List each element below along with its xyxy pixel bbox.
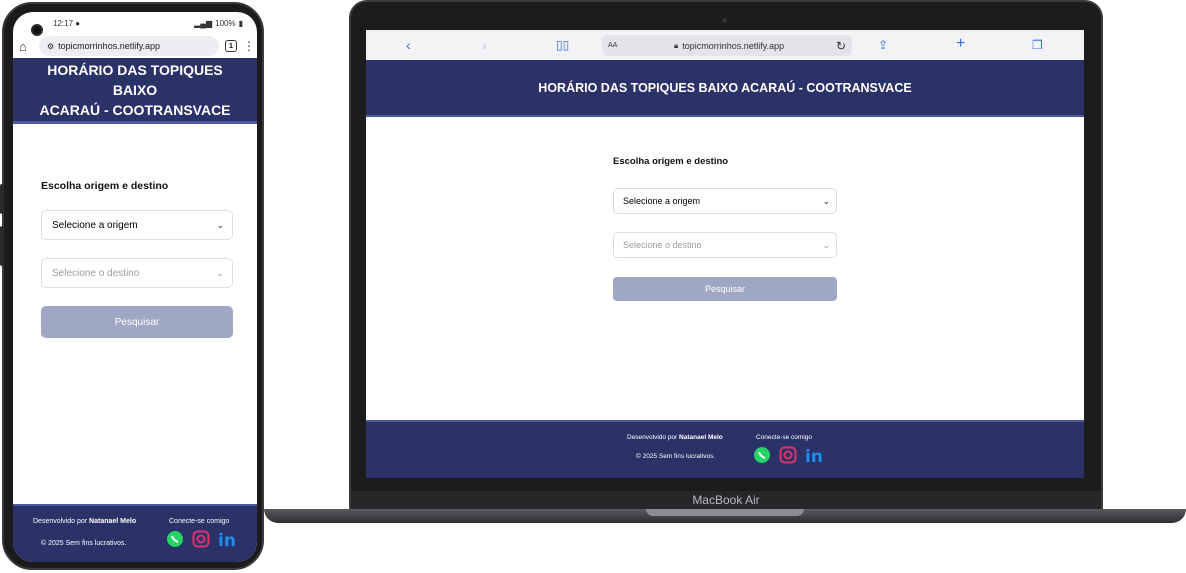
instagram-icon[interactable] (779, 446, 797, 464)
destination-select[interactable]: Selecione o destino ⌄ (613, 232, 837, 258)
phone-page-header: HORÁRIO DAS TOPIQUES BAIXO ACARAÚ - COOT… (13, 58, 257, 124)
search-button[interactable]: Pesquisar (613, 277, 837, 301)
signal-icon: ▂▄▆ (194, 18, 213, 28)
linkedin-icon[interactable]: in (805, 446, 825, 464)
svg-text:in: in (218, 531, 236, 548)
origin-select[interactable]: Selecione a origem ⌄ (41, 210, 233, 240)
battery-percent: 100% (215, 18, 236, 28)
laptop-page-title: HORÁRIO DAS TOPIQUES BAIXO ACARAÚ - COOT… (538, 80, 912, 95)
status-right: ▂▄▆ 100% ▮ (194, 19, 243, 28)
phone-url-text: topicmorrinhos.netlify.app (58, 41, 161, 51)
origin-select-value: Selecione a origem (52, 219, 138, 231)
phone-url-bar: ⌂ ⚙ topicmorrinhos.netlify.app 1 ⋮ (13, 34, 257, 58)
laptop-address-field[interactable]: AA 🔒︎ topicmorrinhos.netlify.app ↻ (602, 35, 852, 56)
laptop-footer: Desenvolvido por Natanael Melo Conecte-s… (366, 420, 1084, 478)
destination-select-value: Selecione o destino (52, 267, 140, 279)
phone-page-title: HORÁRIO DAS TOPIQUES BAIXO ACARAÚ - COOT… (39, 61, 231, 118)
copyright: © 2025 Sem fins lucrativos. (41, 540, 127, 547)
developer-name[interactable]: Natanael Melo (679, 434, 723, 441)
safari-toolbar: ‹ › ▯▯ AA 🔒︎ topicmorrinhos.netlify.app … (366, 30, 1084, 60)
developer-credit: Desenvolvido por Natanael Melo (627, 434, 723, 441)
phone-camera (31, 24, 43, 36)
bookmarks-icon[interactable]: ▯▯ (556, 36, 569, 54)
whatsapp-icon[interactable] (166, 530, 184, 548)
developer-credit: Desenvolvido por Natanael Melo (33, 518, 137, 525)
instagram-icon[interactable] (192, 530, 210, 548)
tabs-icon[interactable]: 1 (225, 40, 237, 52)
linkedin-icon[interactable]: in (218, 530, 238, 548)
social-links: in (753, 446, 825, 464)
copyright: © 2025 Sem fins lucrativos. (636, 453, 716, 460)
laptop-hinge-notch (646, 509, 804, 516)
chevron-down-icon: ⌄ (216, 219, 224, 230)
developer-name[interactable]: Natanael Melo (89, 518, 136, 525)
destination-select-value: Selecione o destino (623, 240, 702, 250)
connect-label: Conecte-se comigo (169, 518, 230, 525)
notification-icon: ● (75, 18, 81, 28)
destination-select[interactable]: Selecione o destino ⌄ (41, 258, 233, 288)
laptop-url: 🔒︎ topicmorrinhos.netlify.app (674, 41, 784, 51)
home-icon[interactable]: ⌂ (19, 39, 33, 54)
laptop-page-header: HORÁRIO DAS TOPIQUES BAIXO ACARAÚ - COOT… (366, 60, 1084, 117)
search-button[interactable]: Pesquisar (41, 306, 233, 338)
chevron-down-icon: ⌄ (822, 239, 830, 250)
battery-icon: ▮ (238, 18, 243, 28)
laptop-screen: ‹ › ▯▯ AA 🔒︎ topicmorrinhos.netlify.app … (366, 30, 1084, 478)
form-heading: Escolha origem e destino (41, 180, 169, 192)
tab-overview-icon[interactable]: ❐ (1032, 36, 1043, 54)
phone-screen: 12:17 ● ▂▄▆ 100% ▮ ⌂ ⚙ topicmorrinhos.ne… (13, 12, 257, 562)
svg-text:in: in (805, 447, 823, 464)
laptop-chin: MacBook Air (351, 491, 1101, 509)
phone-device: 12:17 ● ▂▄▆ 100% ▮ ⌂ ⚙ topicmorrinhos.ne… (0, 2, 264, 570)
chevron-down-icon: ⌄ (216, 267, 224, 278)
chevron-down-icon: ⌄ (822, 195, 830, 206)
phone-status-bar: 12:17 ● ▂▄▆ 100% ▮ (13, 12, 257, 34)
origin-select[interactable]: Selecione a origem ⌄ (613, 188, 837, 214)
phone-address-field[interactable]: ⚙ topicmorrinhos.netlify.app (39, 36, 219, 56)
laptop-camera (722, 18, 727, 23)
laptop-url-text: topicmorrinhos.netlify.app (682, 40, 785, 51)
social-links: in (166, 530, 238, 548)
new-tab-icon[interactable]: + (956, 35, 965, 53)
share-icon[interactable]: ⇪ (878, 36, 888, 54)
whatsapp-icon[interactable] (753, 446, 771, 464)
forward-icon[interactable]: › (482, 36, 487, 54)
reader-aa-button[interactable]: AA (608, 42, 617, 49)
mockup-stage: 12:17 ● ▂▄▆ 100% ▮ ⌂ ⚙ topicmorrinhos.ne… (0, 0, 1186, 573)
origin-select-value: Selecione a origem (623, 196, 701, 206)
site-info-icon[interactable]: ⚙ (47, 42, 54, 51)
phone-footer: Desenvolvido por Natanael Melo Conecte-s… (13, 504, 257, 562)
form-heading: Escolha origem e destino (613, 156, 729, 167)
phone-power-button (0, 226, 4, 266)
lock-icon: 🔒︎ (674, 40, 679, 50)
connect-label: Conecte-se comigo (756, 434, 812, 441)
status-time: 12:17 ● (53, 18, 81, 28)
back-icon[interactable]: ‹ (406, 36, 411, 54)
laptop-brand-label: MacBook Air (692, 493, 760, 507)
kebab-menu-icon[interactable]: ⋮ (243, 39, 255, 53)
reload-icon[interactable]: ↻ (836, 39, 846, 53)
phone-volume-button (0, 184, 4, 214)
